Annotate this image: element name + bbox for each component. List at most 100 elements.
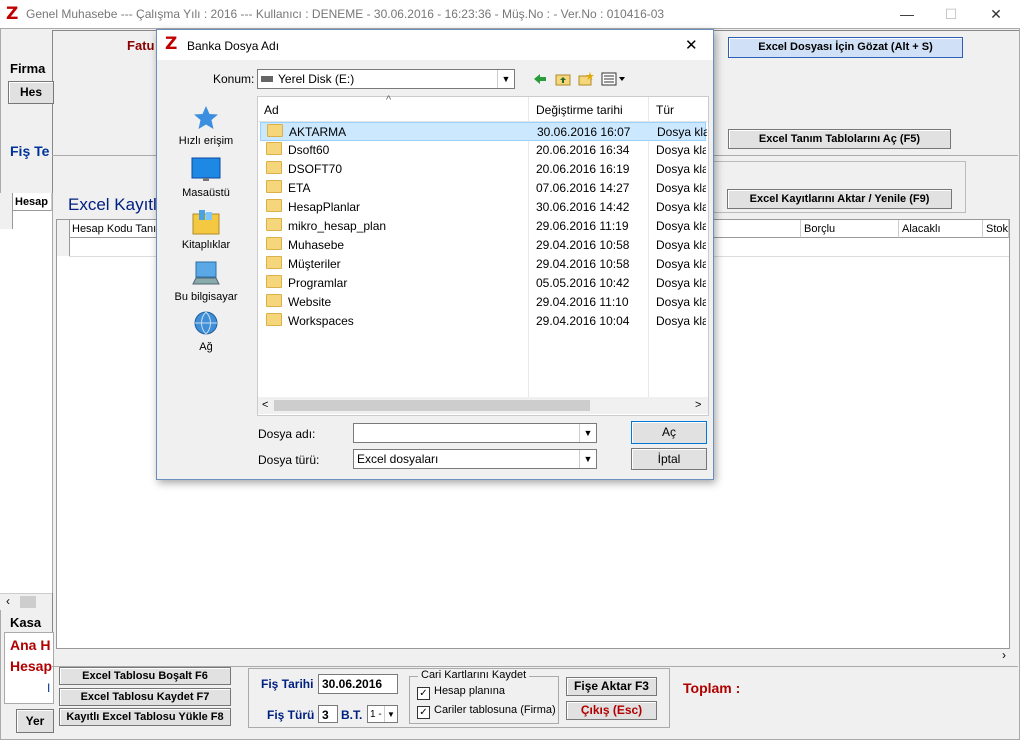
file-name: Website [288,295,332,309]
file-name: ETA [288,181,311,195]
fise-aktar-button[interactable]: Fişe Aktar F3 [566,677,657,696]
dialog-title: Banka Dosya Adı [187,39,280,53]
excel-table-clear-button[interactable]: Excel Tablosu Boşalt F6 [59,667,231,685]
nav-label: Masaüstü [182,187,230,199]
column-header-date[interactable]: Değiştirme tarihi [536,103,623,117]
hesap-button[interactable]: Hes [8,81,54,104]
cariler-tablosu-checkbox[interactable]: ✓ Cariler tablosuna (Firma) [417,704,556,719]
hesap-plani-checkbox[interactable]: ✓ Hesap planına [417,685,505,700]
view-menu-icon[interactable] [601,71,627,87]
nav-this-pc[interactable]: Bu bilgisayar [161,260,251,303]
fis-tarihi-input[interactable]: 30.06.2016 [318,674,398,694]
close-button[interactable]: ✕ [973,0,1019,28]
column-header-type[interactable]: Tür [656,103,674,117]
file-type: Dosya klas [656,295,706,309]
file-type-dropdown-arrow-icon[interactable]: ▼ [579,450,596,468]
file-row[interactable]: ETA 07.06.2016 14:27 Dosya klas [260,179,706,198]
checkbox-check-icon[interactable]: ✓ [417,687,430,700]
file-row[interactable]: Müşteriler 29.04.2016 10:58 Dosya klas [260,255,706,274]
minimize-button[interactable]: — [884,0,930,28]
new-folder-icon[interactable] [578,71,594,87]
nav-desktop[interactable]: Masaüstü [161,156,251,199]
konum-select[interactable]: Yerel Disk (E:) ▼ [257,69,515,89]
konum-dropdown-arrow-icon[interactable]: ▼ [497,70,514,88]
file-row[interactable]: Dsoft60 20.06.2016 16:34 Dosya klas [260,141,706,160]
file-name-input[interactable]: ▼ [353,423,597,443]
excel-browse-button[interactable]: Excel Dosyası İçin Gözat (Alt + S) [728,37,963,58]
file-list[interactable]: ^ Ad Değiştirme tarihi Tür AKTARMA 30.06.… [257,94,709,416]
fatu-label: Fatu [127,38,155,53]
excel-transfer-button[interactable]: Excel Kayıtlarını Aktar / Yenile (F9) [727,189,952,209]
grid-header-alacakli[interactable]: Alacaklı [899,220,983,238]
cikis-button[interactable]: Çıkış (Esc) [566,701,657,720]
cari-kaydet-group-label: Cari Kartlarını Kaydet [418,669,530,681]
yeni-button[interactable]: Yer [16,709,54,733]
file-row[interactable]: Website 29.04.2016 11:10 Dosya klas [260,293,706,312]
app-logo: Z [6,4,19,24]
folder-icon [266,180,282,193]
konum-label: Konum: [213,72,255,86]
file-date: 05.05.2016 10:42 [536,276,630,290]
fis-turu-input[interactable]: 3 [318,705,338,723]
star-icon [194,106,218,129]
dialog-close-icon[interactable]: ✕ [685,36,698,54]
scroll-right-icon[interactable]: › [1002,648,1006,662]
file-date: 29.06.2016 11:19 [536,219,629,233]
scroll-left-icon[interactable]: ‹ [6,594,10,608]
scroll-thumb[interactable] [274,400,590,411]
folder-icon [266,275,282,288]
file-row[interactable]: AKTARMA 30.06.2016 16:07 Dosya klas [260,122,707,141]
left-grid[interactable]: Hesap [0,193,53,593]
column-header-name[interactable]: Ad [264,103,279,117]
bt-dropdown-arrow-icon[interactable]: ▼ [384,706,397,722]
up-folder-icon[interactable] [555,71,571,87]
maximize-button[interactable]: ☐ [928,0,974,28]
cancel-button[interactable]: İptal [631,448,707,470]
left-grid-header: Hesap [12,193,52,211]
excel-table-save-button[interactable]: Excel Tablosu Kaydet F7 [59,688,231,706]
horizontal-scrollbar[interactable]: < > [258,397,708,414]
nav-label: Kitaplıklar [181,239,231,251]
file-date: 29.04.2016 10:04 [536,314,630,328]
file-row[interactable]: DSOFT70 20.06.2016 16:19 Dosya klas [260,160,706,179]
fis-tarihi-label: Fiş Tarihi [261,677,314,691]
grid-scrollbar[interactable]: › [660,648,1008,664]
grid-header-stok[interactable]: Stok [983,220,1009,238]
file-row[interactable]: Muhasebe 29.04.2016 10:58 Dosya klas [260,236,706,255]
left-grid-scrollbar[interactable]: ‹ [0,593,52,610]
firma-label: Firma [10,61,46,76]
folder-icon [266,199,282,212]
file-row[interactable]: Programlar 05.05.2016 10:42 Dosya klas [260,274,706,293]
open-button[interactable]: Aç [631,421,707,444]
nav-libraries[interactable]: Kitaplıklar [161,208,251,251]
file-date: 30.06.2016 14:42 [536,200,630,214]
file-row[interactable]: Workspaces 29.04.2016 10:04 Dosya klas [260,312,706,331]
excel-definition-tables-button[interactable]: Excel Tanım Tablolarını Aç (F5) [728,129,951,149]
scroll-left-icon[interactable]: < [262,399,268,411]
grid-header-borclu[interactable]: Borçlu [801,220,899,238]
back-arrow-icon[interactable] [532,71,548,87]
checkbox-check-icon[interactable]: ✓ [417,706,430,719]
konum-value: Yerel Disk (E:) [278,72,355,86]
file-type-select[interactable]: Excel dosyaları ▼ [353,449,597,469]
file-name-cell: mikro_hesap_plan [266,217,386,236]
row-indicator [0,193,13,229]
file-name: Muhasebe [288,238,345,252]
file-type: Dosya klas [656,314,706,328]
file-name: mikro_hesap_plan [288,219,387,233]
list-header: Ad Değiştirme tarihi Tür [258,97,708,122]
file-row[interactable]: HesapPlanlar 30.06.2016 14:42 Dosya klas [260,198,706,217]
file-name: HesapPlanlar [288,200,361,214]
network-globe-icon [194,311,218,335]
file-row[interactable]: mikro_hesap_plan 29.06.2016 11:19 Dosya kl… [260,217,706,236]
nav-quick-access[interactable]: Hızlı erişim [161,104,251,147]
nav-network[interactable]: Ağ [161,310,251,353]
nav-label: Hızlı erişim [178,135,234,147]
file-date: 07.06.2016 14:27 [536,181,630,195]
excel-table-load-button[interactable]: Kayıtlı Excel Tablosu Yükle F8 [59,708,231,726]
bt-select[interactable]: 1 - ▼ [367,705,398,723]
scroll-right-icon[interactable]: > [695,399,701,411]
file-name-dropdown-arrow-icon[interactable]: ▼ [579,424,596,442]
scroll-thumb[interactable] [20,596,36,608]
file-name-cell: ETA [266,179,310,198]
